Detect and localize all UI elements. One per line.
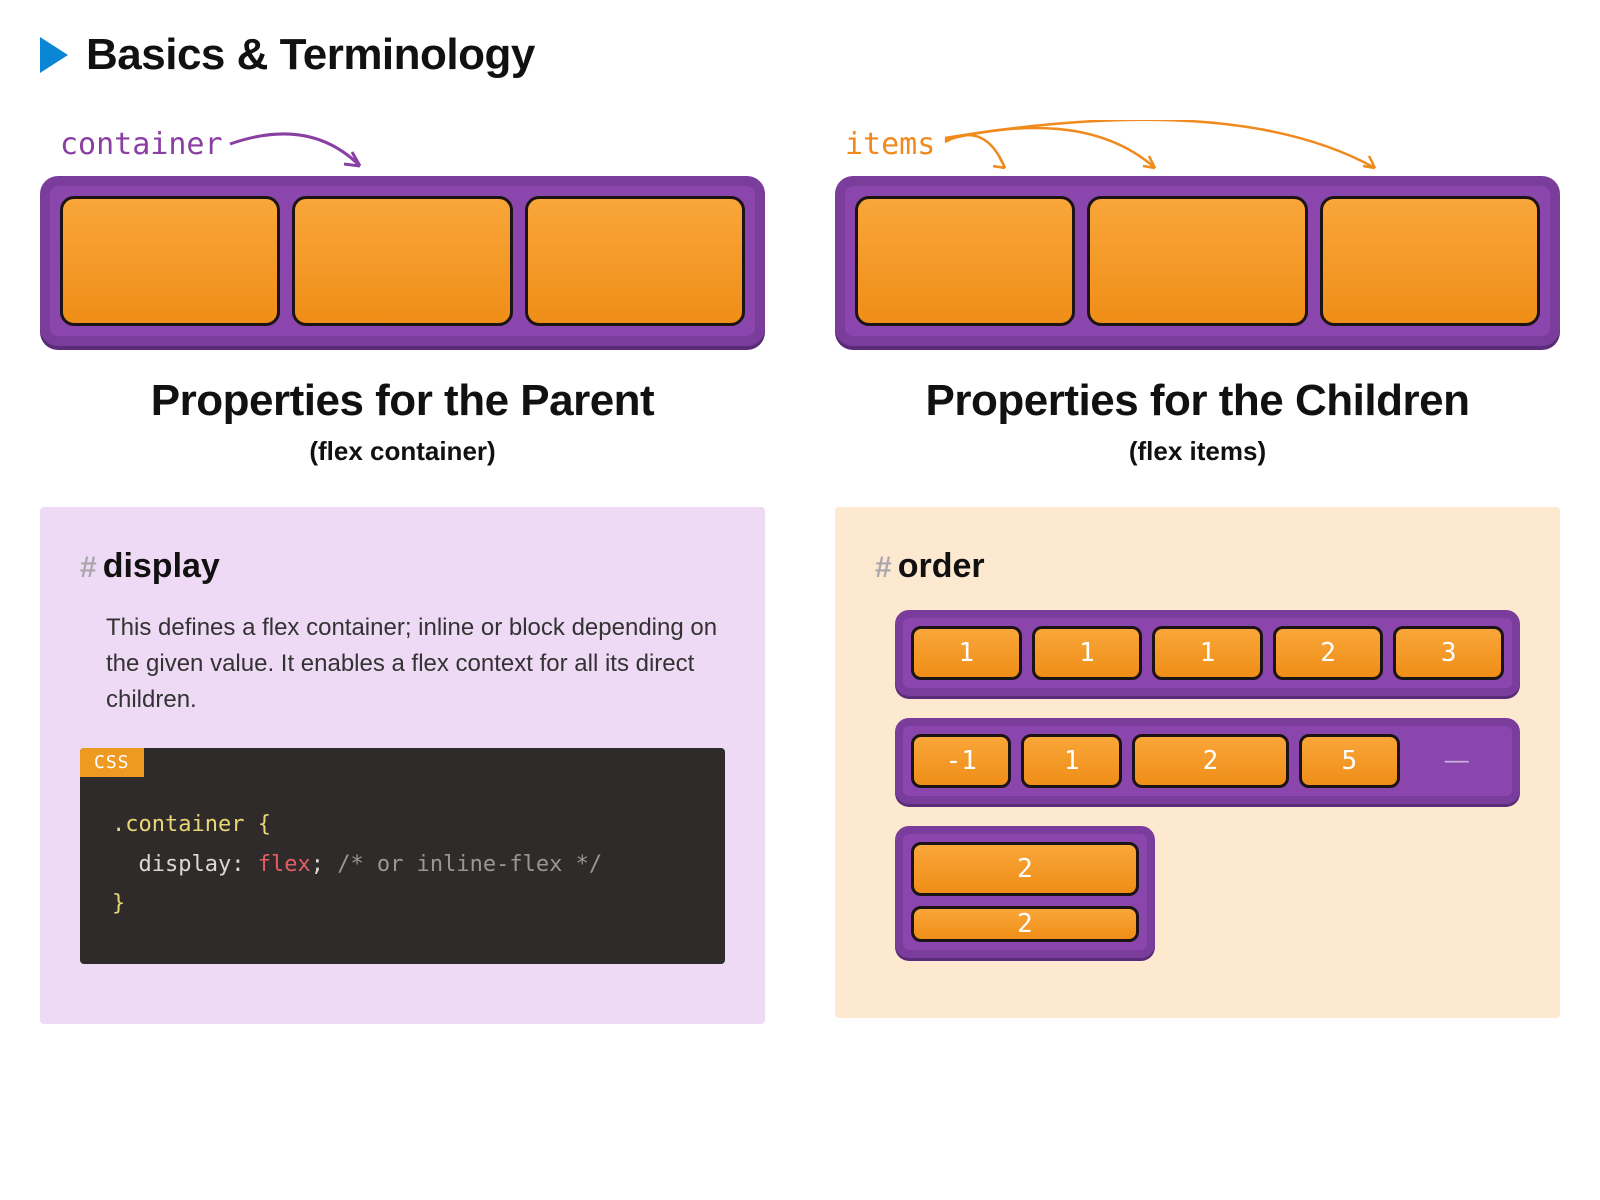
property-heading-display[interactable]: # display [80,547,725,586]
flex-item: 1 [1032,626,1143,680]
section-title: Basics & Terminology [86,30,535,80]
flex-item [525,196,745,326]
code-colon: : [231,852,258,877]
column-title-children: Properties for the Children (flex items) [835,376,1560,467]
flex-items-illustration [835,176,1560,346]
column-parent: container Properties for the Parent (fle… [40,120,765,1024]
arrows-to-items-icon: items [835,120,1455,180]
panel-parent-properties: # display This defines a flex container;… [40,507,765,1024]
code-block-display: CSS .container { display: flex; /* or in… [80,748,725,964]
code-brace: } [112,891,125,916]
flex-item [1320,196,1540,326]
arrow-to-container-icon: container [40,120,420,180]
empty-slot: — [1410,734,1504,788]
flex-item: 2 [911,842,1139,896]
property-heading-order[interactable]: # order [875,547,1520,586]
hash-icon: # [80,551,97,585]
code-property: display [112,852,231,877]
flex-item: -1 [911,734,1011,788]
order-row: 1 1 1 2 3 [895,610,1520,696]
column-title-parent: Properties for the Parent (flex containe… [40,376,765,467]
order-row: -1 1 2 5 — [895,718,1520,804]
flex-item [1087,196,1307,326]
panel-children-properties: # order 1 1 1 2 3 -1 1 2 5 — [835,507,1560,1018]
flex-item: 2 [911,906,1139,942]
order-row-vertical: 2 2 [895,826,1155,958]
flex-item: 1 [1021,734,1121,788]
column-subheading: (flex items) [835,436,1560,467]
column-subheading: (flex container) [40,436,765,467]
code-language-badge: CSS [80,748,144,777]
code-selector: .container [112,812,244,837]
column-heading: Properties for the Children [835,376,1560,426]
code-brace: { [244,812,271,837]
flex-item: 3 [1393,626,1504,680]
property-description: This defines a flex container; inline or… [80,610,725,718]
flex-item: 2 [1132,734,1289,788]
section-header[interactable]: Basics & Terminology [40,30,1560,80]
flex-item: 2 [1273,626,1384,680]
diagram-label: items [845,127,935,162]
flex-item: 1 [911,626,1022,680]
flex-item [292,196,512,326]
flex-container-illustration [40,176,765,346]
flex-item: 1 [1152,626,1263,680]
code-value: flex [258,852,311,877]
column-heading: Properties for the Parent [40,376,765,426]
diagram-label: container [60,127,223,162]
hash-icon: # [875,551,892,585]
items-diagram: items [835,120,1560,346]
container-diagram: container [40,120,765,346]
flex-item: 5 [1299,734,1399,788]
column-children: items Properties for the Children (flex … [835,120,1560,1024]
flex-item [855,196,1075,326]
order-illustration: 1 1 1 2 3 -1 1 2 5 — 2 2 [875,610,1520,958]
code-body: .container { display: flex; /* or inline… [80,777,725,964]
columns: container Properties for the Parent (fle… [40,120,1560,1024]
code-semicolon: ; [311,852,324,877]
property-name: order [898,547,985,586]
expand-triangle-icon [40,37,68,73]
code-comment: /* or inline-flex */ [324,852,602,877]
property-name: display [103,547,220,586]
flex-item [60,196,280,326]
